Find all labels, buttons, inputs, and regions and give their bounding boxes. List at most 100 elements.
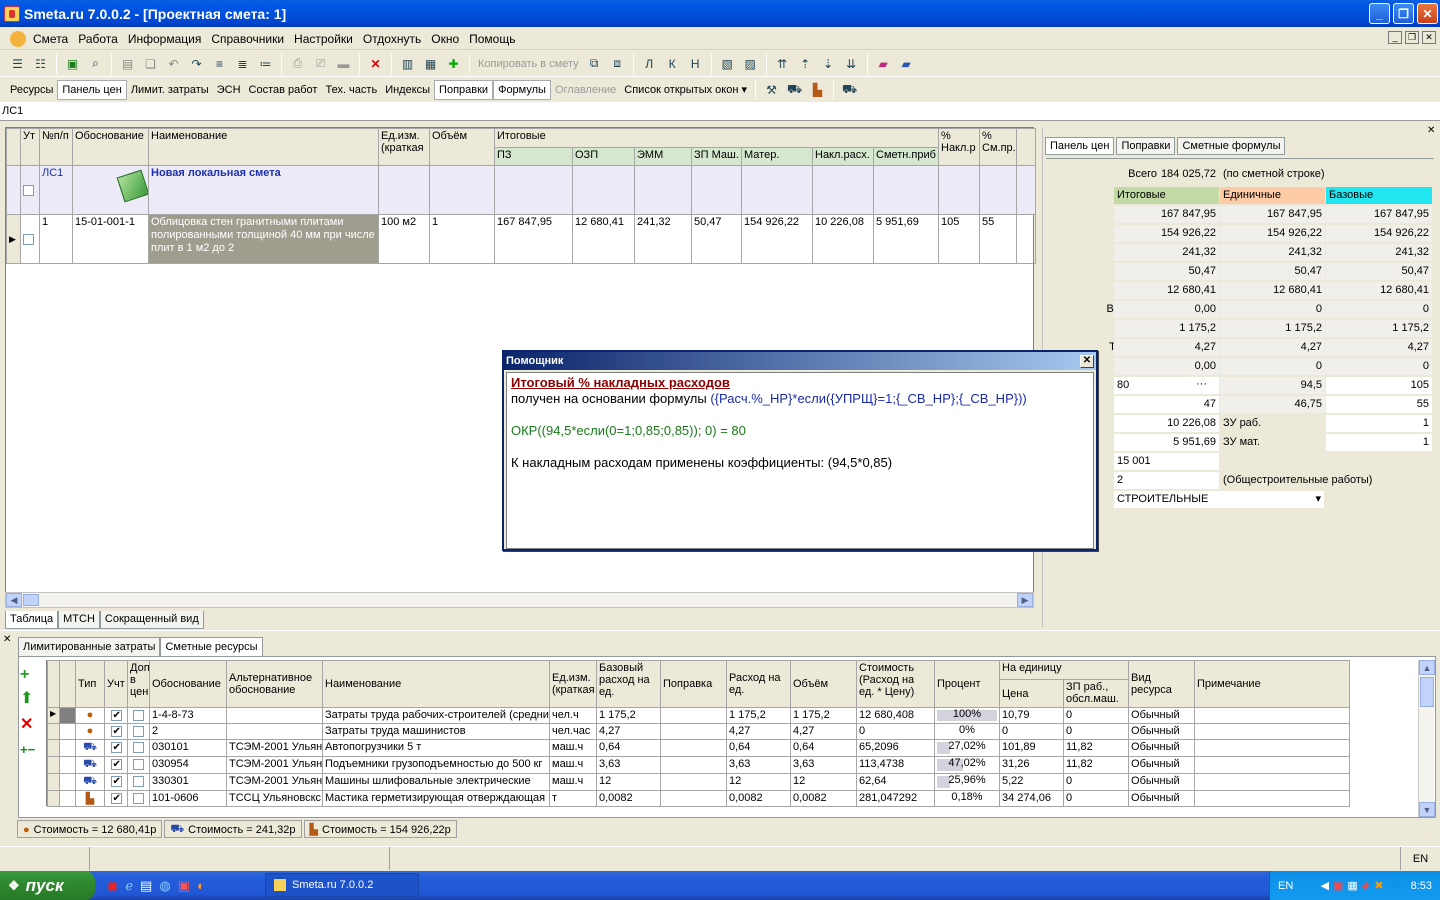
task-smeta[interactable]: Smeta.ru 7.0.0.2 xyxy=(265,873,419,897)
col-ozp[interactable]: ОЗП xyxy=(572,147,635,166)
bricks-icon[interactable]: ▙ xyxy=(807,79,828,100)
page-icon[interactable]: ▬ xyxy=(333,53,354,74)
section-checkbox[interactable] xyxy=(23,184,34,196)
price-row-total[interactable]: 5 951,69 xyxy=(1114,434,1219,451)
menu-work[interactable]: Работа xyxy=(73,32,123,46)
price-row-total[interactable]: 47 xyxy=(1114,396,1219,413)
rcol-alt[interactable]: Альтернативное обоснование xyxy=(226,660,323,708)
excel-icon[interactable]: ▣ xyxy=(62,53,83,74)
resource-row[interactable]: ⛟ 030954ТСЭМ-2001 УльянПодъемники грузопо… xyxy=(47,756,1351,774)
minimize-button[interactable]: _ xyxy=(1369,3,1390,24)
col-nakl[interactable]: Накл.расх. xyxy=(812,147,874,166)
price-row-more[interactable]: ··· xyxy=(1196,378,1207,390)
start-button[interactable]: ❖ пуск xyxy=(0,871,95,900)
ie-icon[interactable]: ℯ xyxy=(125,878,133,894)
tab-estimate-formulas[interactable]: Сметные формулы xyxy=(1177,137,1286,155)
books-icon[interactable]: ▰ xyxy=(896,53,917,74)
redo-icon[interactable]: ↷ xyxy=(186,53,207,74)
scroll-right-icon[interactable]: ▶ xyxy=(1017,593,1033,607)
add-resource-icon[interactable]: + xyxy=(20,666,44,688)
list-icon[interactable]: ≔ xyxy=(255,53,276,74)
resource-extra-checkbox[interactable] xyxy=(133,758,144,770)
scroll-left-icon[interactable]: ◀ xyxy=(6,593,22,607)
move-up-icon[interactable]: ⇈ xyxy=(772,53,793,74)
resource-include-checkbox[interactable] xyxy=(110,741,122,753)
tab-resources[interactable]: Ресурсы xyxy=(6,80,57,100)
rcol-vol[interactable]: Объём xyxy=(790,660,857,708)
mdi-close-button[interactable]: ✕ xyxy=(1422,31,1436,44)
col-pct-smp[interactable]: % См.пр. xyxy=(979,128,1017,166)
col-emm[interactable]: ЭММ xyxy=(634,147,692,166)
calc2-icon[interactable]: ▦ xyxy=(420,53,441,74)
work-type-select[interactable]: СТРОИТЕЛЬНЫЕ ▾ xyxy=(1114,491,1324,508)
tray-pdf-icon[interactable]: ▣ xyxy=(1333,879,1343,892)
menu-smeta[interactable]: Смета xyxy=(28,32,73,46)
tab-work-composition[interactable]: Состав работ xyxy=(245,80,322,100)
resource-row[interactable]: ▙ 101-0606ТССЦ УльяновсксМастика герметиз… xyxy=(47,790,1351,807)
tab-contents[interactable]: Оглавление xyxy=(551,80,620,100)
menu-rest[interactable]: Отдохнуть xyxy=(358,32,426,46)
rcol-corr[interactable]: Поправка xyxy=(660,660,727,708)
close-button[interactable]: ✕ xyxy=(1417,3,1438,24)
tab-tech-part[interactable]: Тех. часть xyxy=(321,80,381,100)
copy-icon[interactable]: ❏ xyxy=(140,53,161,74)
rcol-cost[interactable]: Стоимость (Расход на ед. * Цену) xyxy=(856,660,935,708)
tree-add-icon[interactable]: ☷ xyxy=(30,53,51,74)
resource-extra-checkbox[interactable] xyxy=(133,741,144,753)
resource-include-checkbox[interactable] xyxy=(110,725,122,737)
move-top-icon[interactable]: ⇡ xyxy=(795,53,816,74)
opera-icon[interactable]: ◉ xyxy=(107,878,118,894)
move-up-resource-icon[interactable]: ⬆ xyxy=(20,688,44,714)
rcol-basis[interactable]: Обоснование xyxy=(149,660,227,708)
col-mater[interactable]: Матер. xyxy=(741,147,813,166)
col-ut[interactable]: Ут xyxy=(20,128,40,166)
ks-icon[interactable]: К xyxy=(662,53,683,74)
col-volume[interactable]: Объём xyxy=(429,128,495,166)
app-menu-icon[interactable] xyxy=(10,30,26,47)
machine-icon[interactable]: ⛟ xyxy=(839,79,860,100)
rcol-price[interactable]: Цена xyxy=(999,679,1064,708)
section-row[interactable]: ЛС1 Новая локальная смета xyxy=(6,165,1036,215)
menu-help[interactable]: Помощь xyxy=(464,32,520,46)
lower-close-icon[interactable]: ✕ xyxy=(3,634,11,645)
panel-close-icon[interactable]: ✕ xyxy=(1427,125,1435,136)
add-row-icon[interactable]: ✚ xyxy=(443,53,464,74)
tray-arrow-icon[interactable]: ◀ xyxy=(1320,879,1328,892)
rcol-pct[interactable]: Процент xyxy=(934,660,1000,708)
scroll-thumb[interactable] xyxy=(23,594,39,606)
tab-mtsn[interactable]: МТСН xyxy=(58,611,100,629)
explorer-icon[interactable]: ◍ xyxy=(159,878,170,894)
book-icon[interactable]: ▰ xyxy=(873,53,894,74)
resource-include-checkbox[interactable] xyxy=(110,775,122,787)
scroll-up-icon[interactable]: ▲ xyxy=(1419,660,1435,675)
tab-corrections-right[interactable]: Поправки xyxy=(1116,137,1176,155)
col-smetn[interactable]: Сметн.приб xyxy=(873,147,939,166)
extra1-value[interactable]: 15 001 xyxy=(1114,453,1219,470)
rcol-base[interactable]: Базовый расход на ед. xyxy=(596,660,661,708)
truck-icon[interactable]: ⛟ xyxy=(784,79,805,100)
paste2-icon[interactable]: ⧈ xyxy=(607,53,628,74)
hammer-icon[interactable]: ⚒ xyxy=(761,79,782,100)
col-num[interactable]: №п/п xyxy=(39,128,73,166)
ls-icon[interactable]: Л xyxy=(639,53,660,74)
tray-network-icon[interactable]: ▦ xyxy=(1347,879,1357,892)
doc2-icon[interactable]: ▨ xyxy=(740,53,761,74)
indent-icon[interactable]: ≡ xyxy=(209,53,230,74)
resource-include-checkbox[interactable] xyxy=(110,758,122,770)
print-preview-icon[interactable]: ⎚ xyxy=(310,53,331,74)
resource-include-checkbox[interactable] xyxy=(110,709,122,721)
undo-icon[interactable]: ↶ xyxy=(163,53,184,74)
tab-limited-costs[interactable]: Лимитированные затраты xyxy=(18,637,161,656)
price-row-total[interactable]: 10 226,08 xyxy=(1114,415,1219,432)
replace-resource-icon[interactable]: +− xyxy=(20,742,44,757)
tab-formulas[interactable]: Формулы xyxy=(493,79,551,100)
resource-extra-checkbox[interactable] xyxy=(133,709,144,721)
paste-icon[interactable]: ⧉ xyxy=(584,53,605,74)
tab-short-view[interactable]: Сокращенный вид xyxy=(99,611,204,629)
price-row-base[interactable]: 55 xyxy=(1326,396,1432,413)
tree-icon[interactable]: ☰ xyxy=(7,53,28,74)
dialog-close-icon[interactable]: ✕ xyxy=(1080,354,1094,368)
resource-extra-checkbox[interactable] xyxy=(133,792,144,804)
delete-icon[interactable]: ✕ xyxy=(365,53,386,74)
col-pct-nakl[interactable]: % Накл.р xyxy=(938,128,980,166)
